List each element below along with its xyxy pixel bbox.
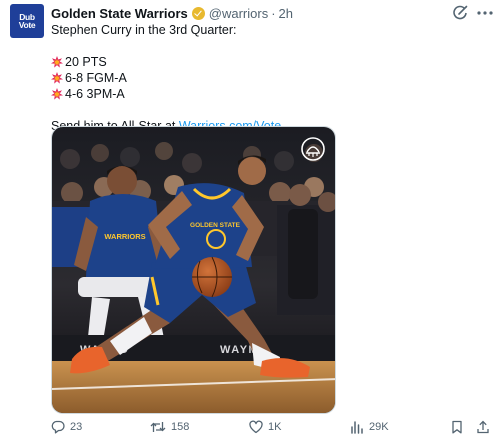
avatar-text-bottom: Vote [18, 20, 36, 30]
fire-burst-icon [51, 56, 63, 68]
tweet-card: Dub Vote Golden State Warriors @warriors… [0, 0, 500, 440]
views-chart-icon [351, 421, 363, 434]
bench-jersey-text: WARRIORS [104, 232, 145, 241]
reply-count: 23 [70, 421, 83, 433]
reply-button[interactable]: 23 [51, 420, 82, 434]
like-button[interactable]: 1K [249, 420, 281, 434]
timestamp[interactable]: 2h [279, 6, 293, 21]
views-button[interactable]: 29K [350, 420, 389, 434]
stat-field-goals: 6-8 FGM-A [65, 71, 127, 85]
user-handle[interactable]: @warriors [209, 6, 268, 21]
bookmark-icon [452, 420, 462, 434]
more-options-icon[interactable] [476, 4, 494, 22]
verified-badge-icon[interactable] [191, 6, 205, 20]
tweet-actions: 23 158 1K 29K [51, 420, 491, 438]
view-count: 29K [369, 421, 389, 433]
stat-line-fg: 6-8 FGM-A [51, 70, 471, 86]
fire-burst-icon [51, 72, 63, 84]
stat-line-points: 20 PTS [51, 54, 471, 70]
stat-line-3pt: 4-6 3PM-A [51, 86, 471, 102]
stat-points: 20 PTS [65, 55, 107, 69]
tweet-text: Stephen Curry in the 3rd Quarter: 20 PTS… [51, 22, 471, 134]
retweet-icon [150, 422, 166, 432]
like-count: 1K [268, 421, 282, 433]
team-logo-icon [301, 137, 325, 161]
player-jersey-text: GOLDEN STATE [190, 222, 241, 229]
retweet-count: 158 [171, 421, 190, 433]
tweet-photo[interactable]: WARRIORS WAYMO WAYMO [51, 126, 336, 414]
retweet-button[interactable]: 158 [150, 420, 189, 434]
bookmark-button[interactable] [451, 420, 468, 434]
fire-burst-icon [51, 88, 63, 100]
share-button[interactable] [476, 420, 495, 434]
separator-dot: · [271, 5, 276, 21]
grok-icon[interactable] [451, 4, 469, 22]
stat-three-pointers: 4-6 3PM-A [65, 87, 125, 101]
tweet-header: Golden State Warriors @warriors · 2h [51, 5, 293, 21]
avatar[interactable]: Dub Vote [10, 4, 44, 38]
share-icon [477, 420, 489, 434]
tweet-intro: Stephen Curry in the 3rd Quarter: [51, 23, 237, 37]
heart-icon [249, 420, 263, 434]
reply-icon [51, 420, 65, 434]
display-name[interactable]: Golden State Warriors [51, 6, 188, 21]
